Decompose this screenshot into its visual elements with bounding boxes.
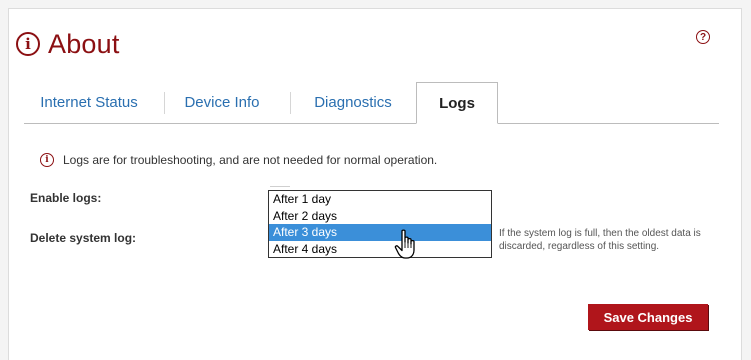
tab-logs[interactable]: Logs <box>416 82 498 124</box>
info-icon: i <box>16 32 40 56</box>
log-note: If the system log is full, then the olde… <box>499 228 701 252</box>
enable-logs-label: Enable logs: <box>30 191 102 205</box>
tab-internet-status[interactable]: Internet Status <box>30 82 148 123</box>
page-header: i About <box>16 27 120 61</box>
dropdown-option[interactable]: After 4 days <box>269 241 491 258</box>
hand-pointer-cursor-icon <box>394 229 415 259</box>
info-icon: i <box>40 153 54 167</box>
dropdown-option[interactable]: After 2 days <box>269 208 491 225</box>
tab-divider <box>164 92 165 114</box>
info-message-text: Logs are for troubleshooting, and are no… <box>63 153 438 167</box>
dropdown-option-selected[interactable]: After 3 days <box>269 224 491 241</box>
tab-bar: Internet Status Device Info Diagnostics … <box>24 82 719 124</box>
page-title: About <box>48 28 120 59</box>
tab-device-info[interactable]: Device Info <box>172 82 272 123</box>
help-icon[interactable]: ? <box>696 30 710 44</box>
info-message: i Logs are for troubleshooting, and are … <box>40 153 437 167</box>
tab-divider <box>290 92 291 114</box>
delete-log-dropdown-list[interactable]: After 1 day After 2 days After 3 days Af… <box>268 190 492 258</box>
save-changes-button[interactable]: Save Changes <box>588 304 708 330</box>
dropdown-option[interactable]: After 1 day <box>269 191 491 208</box>
delete-log-label: Delete system log: <box>30 231 137 245</box>
tab-diagnostics[interactable]: Diagnostics <box>300 82 406 123</box>
